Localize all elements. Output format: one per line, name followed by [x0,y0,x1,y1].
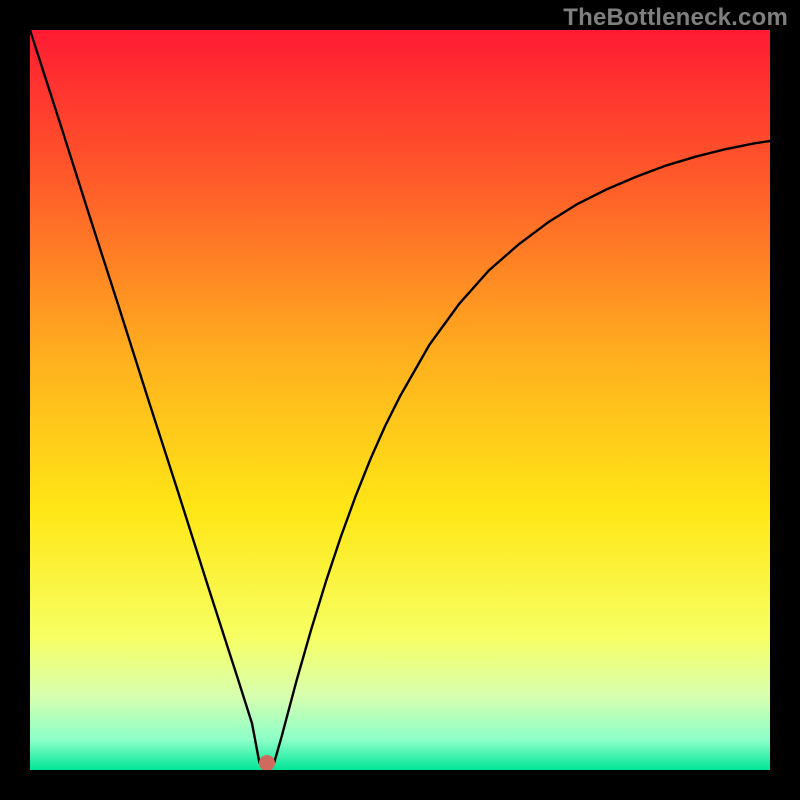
bottleneck-curve [30,30,770,770]
minimum-point-marker [259,755,275,770]
chart-frame: TheBottleneck.com [0,0,800,800]
watermark-text: TheBottleneck.com [563,4,788,32]
plot-area [30,30,770,770]
